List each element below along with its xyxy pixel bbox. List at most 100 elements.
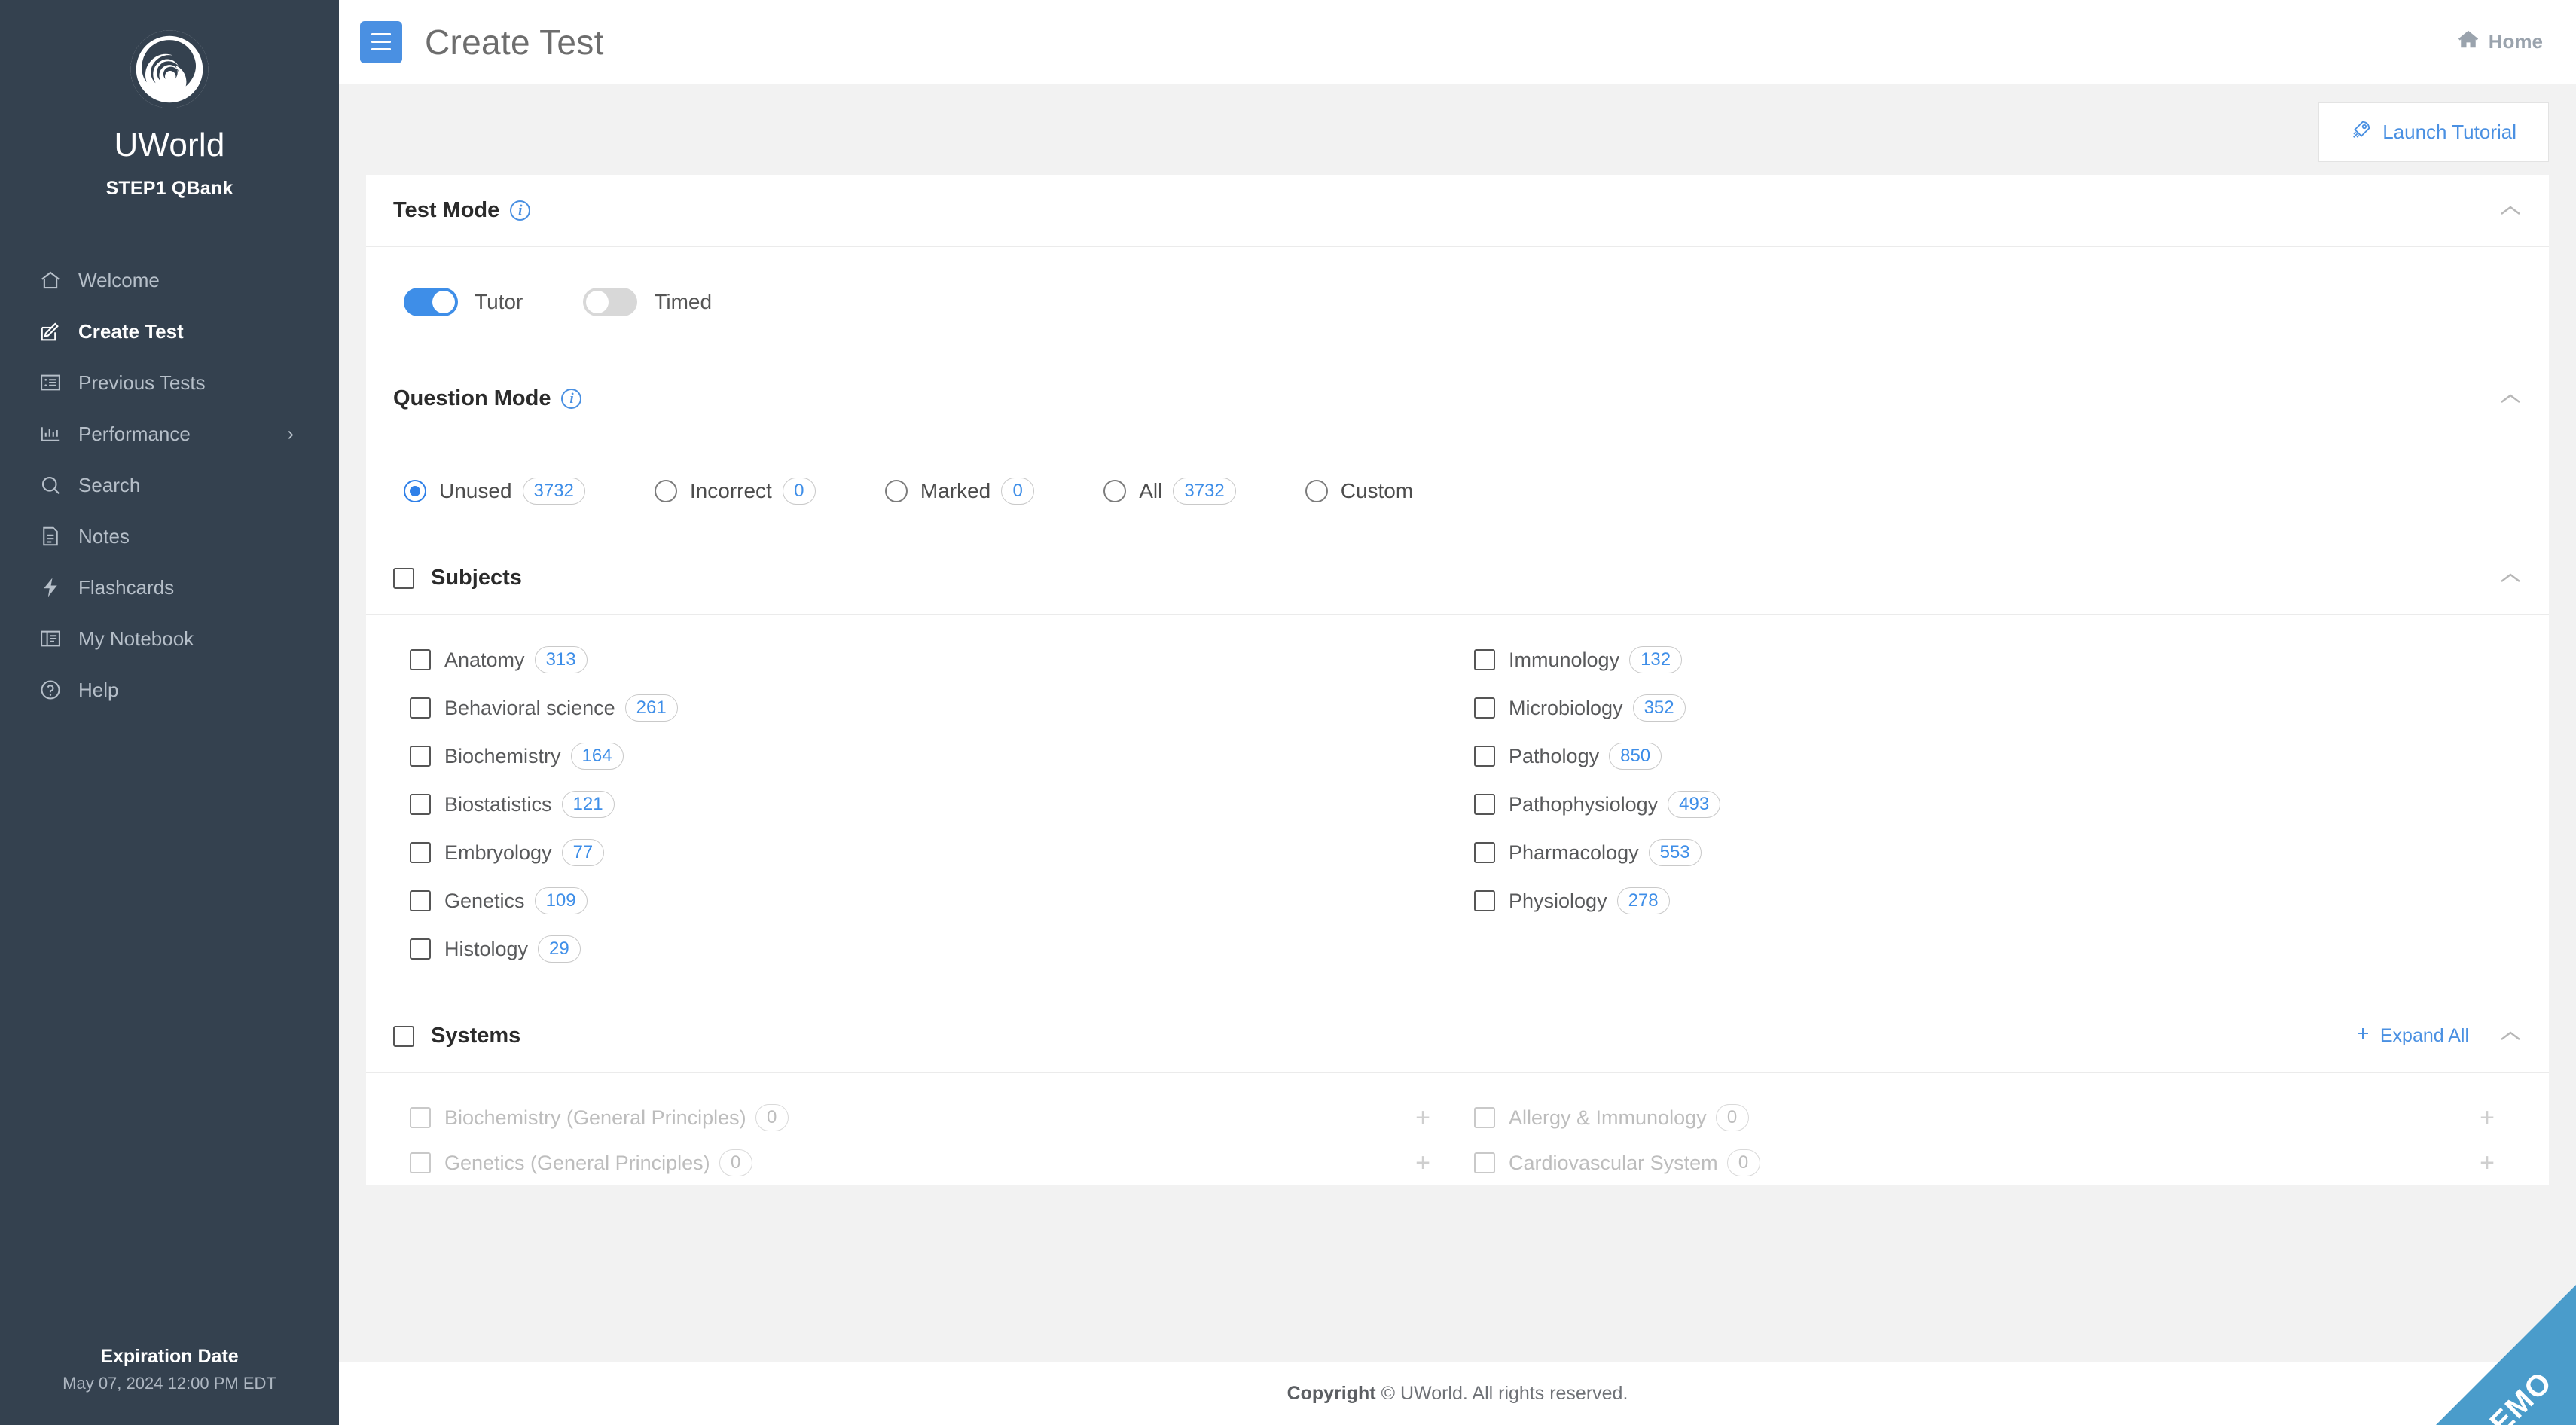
question-icon xyxy=(39,679,69,701)
test-mode-body: Tutor Timed xyxy=(366,247,2549,363)
subject-row-biochemistry[interactable]: Biochemistry 164 xyxy=(393,732,1457,780)
sidebar-item-notes[interactable]: Notes xyxy=(0,511,339,562)
subject-label: Histology xyxy=(444,937,529,960)
subject-row-immunology[interactable]: Immunology 132 xyxy=(1457,636,2522,684)
subject-row-biostatistics[interactable]: Biostatistics 121 xyxy=(393,780,1457,828)
question-mode-option-incorrect[interactable]: Incorrect 0 xyxy=(654,478,816,505)
chevron-up-icon[interactable] xyxy=(2499,392,2522,406)
sidebar-item-previous-tests[interactable]: Previous Tests xyxy=(0,357,339,408)
subject-row-physiology[interactable]: Physiology 278 xyxy=(1457,877,2522,925)
sidebar-item-flashcards[interactable]: Flashcards xyxy=(0,562,339,613)
question-mode-option-all[interactable]: All 3732 xyxy=(1103,478,1236,505)
home-link[interactable]: Home xyxy=(2457,28,2543,56)
option-label: All xyxy=(1139,479,1163,503)
page-title: Create Test xyxy=(425,22,604,62)
radio-icon xyxy=(884,480,908,503)
subjects-header: Subjects xyxy=(366,542,2549,615)
systems-select-all-checkbox[interactable] xyxy=(393,1025,414,1047)
sidebar-footer: Expiration Date May 07, 2024 12:00 PM ED… xyxy=(0,1326,339,1425)
radio-icon xyxy=(404,480,426,503)
system-row-biochemistry-general-principles[interactable]: Biochemistry (General Principles) 0 + xyxy=(393,1095,1457,1140)
test-mode-title: Test Mode xyxy=(393,198,500,222)
subject-label: Genetics xyxy=(444,889,525,912)
system-count: 0 xyxy=(1726,1149,1760,1177)
option-count: 0 xyxy=(1001,478,1035,505)
subject-label: Biochemistry xyxy=(444,744,561,767)
system-checkbox[interactable] xyxy=(1474,1107,1495,1129)
system-checkbox[interactable] xyxy=(410,1152,431,1174)
system-row-genetics-general-principles[interactable]: Genetics (General Principles) 0 + xyxy=(393,1140,1457,1185)
rocket-icon xyxy=(2351,119,2372,145)
plus-icon[interactable]: + xyxy=(1415,1105,1430,1131)
subject-checkbox[interactable] xyxy=(410,697,431,719)
hamburger-icon[interactable] xyxy=(360,20,402,63)
subjects-select-all-checkbox[interactable] xyxy=(393,567,414,589)
subject-checkbox[interactable] xyxy=(1474,746,1495,767)
tutor-toggle-label: Tutor xyxy=(475,290,523,313)
sidebar-item-help[interactable]: Help xyxy=(0,664,339,716)
subject-row-anatomy[interactable]: Anatomy 313 xyxy=(393,636,1457,684)
sidebar-item-label: Search xyxy=(78,473,141,496)
subject-count: 553 xyxy=(1648,839,1702,867)
plus-icon[interactable]: + xyxy=(2480,1150,2495,1176)
sidebar-item-create-test[interactable]: Create Test xyxy=(0,306,339,357)
subject-checkbox[interactable] xyxy=(1474,842,1495,864)
subject-checkbox[interactable] xyxy=(1474,649,1495,671)
question-mode-option-unused[interactable]: Unused 3732 xyxy=(404,478,585,505)
subject-row-genetics[interactable]: Genetics 109 xyxy=(393,877,1457,925)
document-icon xyxy=(39,525,69,548)
subject-checkbox[interactable] xyxy=(1474,794,1495,816)
tutor-toggle-group: Tutor xyxy=(404,288,523,316)
system-row-allergy-immunology[interactable]: Allergy & Immunology 0 + xyxy=(1457,1095,2522,1140)
sidebar-item-performance[interactable]: Performance › xyxy=(0,408,339,459)
subject-row-embryology[interactable]: Embryology 77 xyxy=(393,828,1457,877)
tutor-toggle[interactable] xyxy=(404,288,458,316)
subjects-right-column: Immunology 132 Microbiology 352 Patholog… xyxy=(1457,636,2522,973)
subject-row-pharmacology[interactable]: Pharmacology 553 xyxy=(1457,828,2522,877)
subject-row-pathophysiology[interactable]: Pathophysiology 493 xyxy=(1457,780,2522,828)
timed-toggle[interactable] xyxy=(583,288,638,316)
systems-title: Systems xyxy=(431,1024,521,1048)
home-icon xyxy=(2457,28,2480,56)
question-mode-option-marked[interactable]: Marked 0 xyxy=(884,478,1035,505)
option-label: Custom xyxy=(1340,479,1414,503)
subject-checkbox[interactable] xyxy=(410,746,431,767)
system-row-cardiovascular-system[interactable]: Cardiovascular System 0 + xyxy=(1457,1140,2522,1185)
subject-checkbox[interactable] xyxy=(410,794,431,816)
system-count: 0 xyxy=(1715,1104,1749,1132)
chevron-up-icon[interactable] xyxy=(2499,572,2522,585)
system-checkbox[interactable] xyxy=(1474,1152,1495,1174)
chevron-up-icon[interactable] xyxy=(2499,1030,2522,1043)
subject-row-pathology[interactable]: Pathology 850 xyxy=(1457,732,2522,780)
sidebar-item-welcome[interactable]: Welcome xyxy=(0,255,339,306)
sidebar-item-label: Previous Tests xyxy=(78,371,206,394)
radio-icon xyxy=(1103,480,1127,503)
subject-row-behavioral-science[interactable]: Behavioral science 261 xyxy=(393,684,1457,732)
sidebar-item-my-notebook[interactable]: My Notebook xyxy=(0,613,339,664)
subjects-grid: Anatomy 313 Behavioral science 261 Bioch… xyxy=(393,636,2522,973)
subject-checkbox[interactable] xyxy=(410,938,431,960)
sidebar-item-search[interactable]: Search xyxy=(0,459,339,511)
create-test-card: Test Mode i Tutor Timed Question Mode i … xyxy=(366,175,2549,1186)
expand-all-button[interactable]: Expand All xyxy=(2354,1024,2469,1048)
subject-row-histology[interactable]: Histology 29 xyxy=(393,925,1457,973)
chevron-right-icon: › xyxy=(287,422,294,445)
plus-icon[interactable]: + xyxy=(2480,1105,2495,1131)
subject-checkbox[interactable] xyxy=(1474,890,1495,912)
system-checkbox[interactable] xyxy=(410,1107,431,1129)
subject-checkbox[interactable] xyxy=(410,890,431,912)
subject-label: Pharmacology xyxy=(1509,841,1639,864)
system-label: Cardiovascular System xyxy=(1509,1151,1718,1174)
info-icon[interactable]: i xyxy=(561,389,582,409)
subject-row-microbiology[interactable]: Microbiology 352 xyxy=(1457,684,2522,732)
plus-icon[interactable]: + xyxy=(1415,1150,1430,1176)
question-mode-option-custom[interactable]: Custom xyxy=(1305,479,1413,503)
subject-checkbox[interactable] xyxy=(1474,697,1495,719)
launch-tutorial-button[interactable]: Launch Tutorial xyxy=(2318,102,2549,162)
subject-checkbox[interactable] xyxy=(410,649,431,671)
info-icon[interactable]: i xyxy=(510,200,531,221)
subject-checkbox[interactable] xyxy=(410,842,431,864)
chevron-up-icon[interactable] xyxy=(2499,204,2522,218)
edit-icon xyxy=(39,320,69,343)
question-mode-options: Unused 3732 Incorrect 0 Marked 0 All 373… xyxy=(393,461,2522,515)
